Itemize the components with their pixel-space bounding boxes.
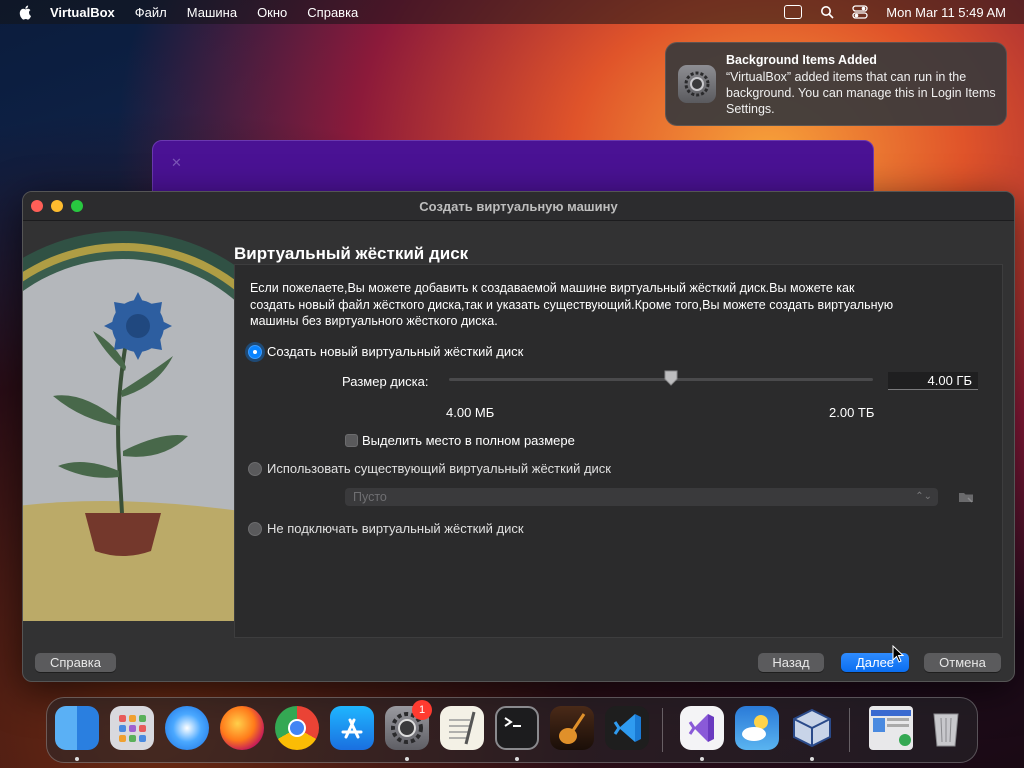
- system-settings-icon: [678, 65, 716, 103]
- running-indicator: [515, 757, 519, 761]
- notification-title: Background Items Added: [726, 53, 877, 67]
- apple-menu-icon[interactable]: [18, 4, 34, 20]
- visual-studio-icon[interactable]: [680, 706, 724, 750]
- terminal-icon[interactable]: [495, 706, 539, 750]
- firefox-icon[interactable]: [220, 706, 264, 750]
- help-button[interactable]: Справка: [35, 653, 116, 672]
- running-indicator: [75, 757, 79, 761]
- slider-min-label: 4.00 МБ: [446, 405, 495, 420]
- menu-clock[interactable]: Mon Mar 11 5:49 AM: [886, 5, 1006, 20]
- radio-create-new-disk[interactable]: [248, 345, 262, 359]
- disk-size-slider-thumb[interactable]: [664, 370, 678, 386]
- choose-disk-file-icon[interactable]: [957, 488, 975, 506]
- chrome-icon[interactable]: [275, 706, 319, 750]
- radio-no-disk[interactable]: [248, 522, 262, 536]
- page-description: Если пожелаете,Вы можете добавить к созд…: [250, 281, 894, 328]
- notification-badge: 1: [412, 700, 432, 720]
- create-vm-dialog: Создать виртуальную машину Виртуальный ж…: [22, 191, 1015, 682]
- menu-window[interactable]: Окно: [257, 5, 287, 20]
- weather-icon[interactable]: [735, 706, 779, 750]
- disk-size-label: Размер диска:: [342, 374, 429, 389]
- close-icon[interactable]: ✕: [171, 155, 182, 171]
- cancel-button[interactable]: Отмена: [924, 653, 1001, 672]
- existing-disk-select-value: Пусто: [353, 490, 387, 504]
- dialog-title: Создать виртуальную машину: [419, 199, 618, 214]
- disk-size-input[interactable]: 4.00 ГБ: [888, 372, 978, 390]
- vscode-icon[interactable]: [605, 706, 649, 750]
- garageband-icon[interactable]: [550, 706, 594, 750]
- safari-icon[interactable]: [165, 706, 209, 750]
- notification-banner[interactable]: Background Items Added “VirtualBox” adde…: [665, 42, 1007, 126]
- slider-max-label: 2.00 ТБ: [829, 405, 875, 420]
- menu-app-name[interactable]: VirtualBox: [50, 5, 115, 20]
- preallocate-label[interactable]: Выделить место в полном размере: [362, 433, 575, 448]
- menu-bar: VirtualBox Файл Машина Окно Справка Mon …: [0, 0, 1024, 24]
- menu-file[interactable]: Файл: [135, 5, 167, 20]
- page-heading: Виртуальный жёсткий диск: [234, 244, 469, 263]
- control-center-icon[interactable]: [852, 5, 868, 19]
- app-store-icon[interactable]: [330, 706, 374, 750]
- radio-use-existing-disk[interactable]: [248, 462, 262, 476]
- dialog-titlebar[interactable]: Создать виртуальную машину: [23, 192, 1014, 221]
- preallocate-checkbox[interactable]: [345, 434, 358, 447]
- notification-body: “VirtualBox” added items that can run in…: [726, 70, 996, 116]
- radio-create-new-disk-label[interactable]: Создать новый виртуальный жёсткий диск: [267, 344, 523, 359]
- running-indicator: [810, 757, 814, 761]
- dock-separator: [849, 708, 850, 752]
- spotlight-search-icon[interactable]: [820, 5, 834, 19]
- mouse-cursor-icon: [892, 645, 904, 663]
- launchpad-icon[interactable]: [110, 706, 154, 750]
- radio-no-disk-label[interactable]: Не подключать виртуальный жёсткий диск: [267, 521, 524, 536]
- menu-help[interactable]: Справка: [307, 5, 358, 20]
- screen-mirroring-icon[interactable]: [784, 5, 803, 19]
- back-button[interactable]: Назад: [758, 653, 824, 672]
- chevron-updown-icon: ⌃⌄: [915, 491, 932, 502]
- trash-icon[interactable]: [924, 706, 968, 750]
- virtualbox-icon[interactable]: [790, 706, 834, 750]
- running-indicator: [405, 757, 409, 761]
- running-indicator: [700, 757, 704, 761]
- finder-icon[interactable]: [55, 706, 99, 750]
- textedit-icon[interactable]: [440, 706, 484, 750]
- menu-machine[interactable]: Машина: [187, 5, 237, 20]
- dock-separator: [662, 708, 663, 752]
- existing-disk-select[interactable]: Пусто ⌃⌄: [345, 488, 938, 506]
- dock: [46, 697, 978, 763]
- preview-window-icon[interactable]: [869, 706, 913, 750]
- disk-size-slider[interactable]: [449, 378, 873, 381]
- radio-use-existing-disk-label[interactable]: Использовать существующий виртуальный жё…: [267, 461, 611, 476]
